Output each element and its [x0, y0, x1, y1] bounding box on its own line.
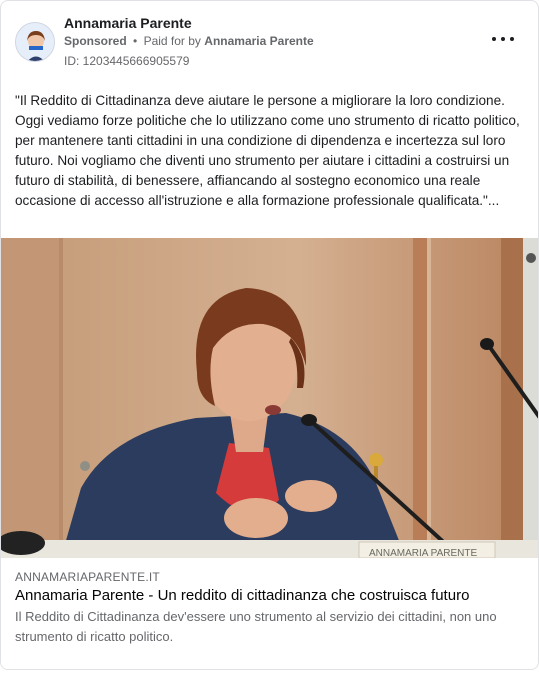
post-image[interactable]: ANNAMARIA PARENTE	[1, 238, 538, 558]
ad-id: ID: 1203445666905579	[64, 54, 190, 68]
sponsored-label: Sponsored	[64, 34, 127, 48]
more-dot	[510, 37, 514, 41]
link-preview[interactable]: ANNAMARIAPARENTE.IT Annamaria Parente - …	[1, 558, 538, 669]
more-dot	[492, 37, 496, 41]
more-options-icon[interactable]	[492, 31, 514, 47]
speaker-photo: ANNAMARIA PARENTE	[1, 238, 538, 558]
sponsored-post-card: Annamaria Parente Sponsored • Paid for b…	[0, 0, 539, 670]
profile-avatar[interactable]	[15, 22, 55, 62]
meta-separator: •	[133, 34, 138, 48]
post-body-text: "Il Reddito di Cittadinanza deve aiutare…	[15, 93, 520, 208]
link-domain: ANNAMARIAPARENTE.IT	[15, 570, 160, 584]
link-description: Il Reddito di Cittadinanza dev'essere un…	[15, 609, 497, 644]
more-dot	[501, 37, 505, 41]
author-name[interactable]: Annamaria Parente	[64, 15, 192, 31]
link-headline[interactable]: Annamaria Parente - Un reddito di cittad…	[15, 587, 530, 604]
post-header: Annamaria Parente Sponsored • Paid for b…	[1, 1, 538, 81]
paid-for-name[interactable]: Annamaria Parente	[204, 34, 313, 48]
paid-for-prefix: Paid for by	[143, 34, 201, 48]
sponsor-meta: Sponsored • Paid for by Annamaria Parent…	[64, 34, 314, 48]
name-placard-text: ANNAMARIA PARENTE	[369, 548, 477, 558]
